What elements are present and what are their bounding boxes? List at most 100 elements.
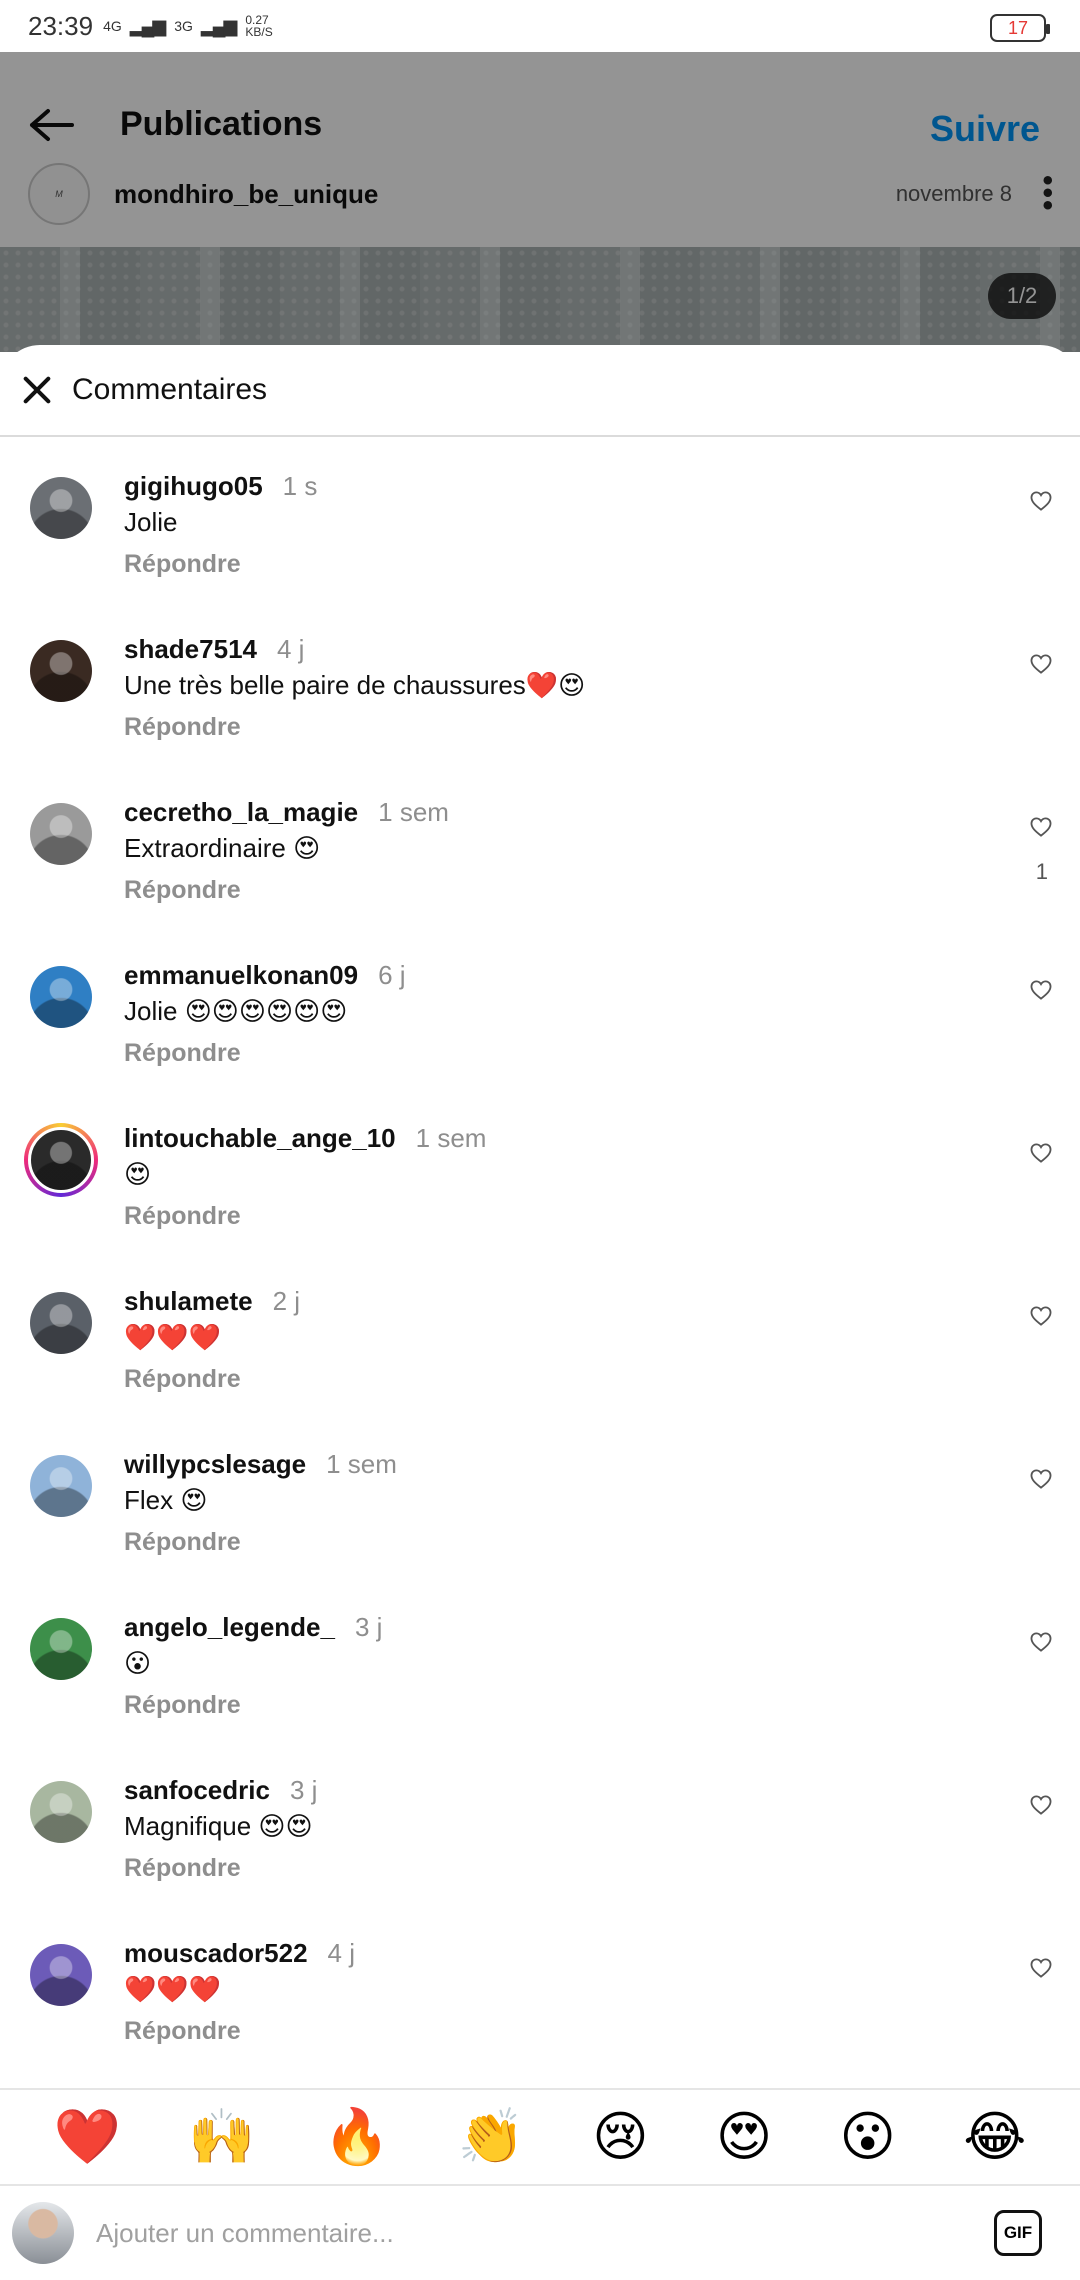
comments-sheet: Commentaires gigihugo05 1 s Jolie Répondre s… (0, 345, 1080, 2280)
emoji-surprised-face-icon[interactable]: 😮 (840, 2110, 896, 2164)
comment-text: ❤️❤️❤️ (124, 1322, 222, 1352)
comment-header: cecretho_la_magie 1 sem (124, 797, 449, 828)
like-heart-icon[interactable] (1030, 817, 1052, 837)
emoji-clapping-hands-icon[interactable]: 👏 (458, 2110, 525, 2164)
like-heart-icon[interactable] (1030, 980, 1052, 1000)
battery-icon: 17 (990, 14, 1050, 42)
comment-item: angelo_legende_ 3 j 😮 Répondre (0, 1598, 1080, 1761)
like-heart-icon[interactable] (1030, 1795, 1052, 1815)
like-count: 1 (1035, 859, 1048, 884)
like-heart-icon[interactable] (1030, 654, 1052, 674)
reply-button[interactable]: Répondre (124, 550, 241, 579)
emoji-raising-hands-icon[interactable]: 🙌 (188, 2110, 255, 2164)
comment-header: lintouchable_ange_10 1 sem (124, 1123, 486, 1154)
comment-username[interactable]: willypcslesage (124, 1449, 306, 1480)
comment-time: 1 sem (378, 797, 449, 827)
comment-text: Une très belle paire de chaussures❤️😍 (124, 670, 586, 700)
signal-icon-secondary: ▂▄▆ (200, 15, 237, 36)
dim-overlay[interactable] (0, 52, 1080, 352)
emoji-crying-face-icon[interactable]: 😢 (592, 2110, 648, 2164)
comment-text: Jolie (124, 507, 178, 537)
comment-time: 4 j (276, 634, 305, 664)
emoji-fire-icon[interactable]: 🔥 (323, 2110, 390, 2164)
emoji-heart-eyes-icon[interactable]: 😍 (716, 2110, 772, 2164)
comment-input-bar: GIF (0, 2186, 1080, 2280)
like-heart-icon[interactable] (1030, 1469, 1052, 1489)
reply-button[interactable]: Répondre (124, 1854, 241, 1883)
comment-input[interactable] (96, 2217, 994, 2249)
reply-button[interactable]: Répondre (124, 713, 241, 742)
reply-button[interactable]: Répondre (124, 1039, 241, 1068)
comment-text: Extraordinaire 😍 (124, 833, 321, 863)
status-bar: 23:39 4G ▂▄▆ 3G ▂▄▆ 0.27 KB/S 17 (0, 0, 1080, 52)
reply-button[interactable]: Répondre (124, 1528, 241, 1557)
like-heart-icon[interactable] (1030, 1958, 1052, 1978)
comment-text: 😮 (124, 1648, 152, 1678)
reply-button[interactable]: Répondre (124, 1202, 241, 1231)
comment-username[interactable]: shade7514 (124, 634, 257, 665)
signal-icon: ▂▄▆ (129, 15, 166, 36)
comment-text: Jolie 😍😍😍😍😍😍 (124, 996, 348, 1026)
like-heart-icon[interactable] (1030, 1632, 1052, 1652)
comment-header: angelo_legende_ 3 j (124, 1612, 382, 1643)
like-heart-icon[interactable] (1030, 1143, 1052, 1163)
reply-button[interactable]: Répondre (124, 1691, 241, 1720)
comment-item: mouscador522 4 j ❤️❤️❤️ Répondre (0, 1924, 1080, 2087)
network-type: 4G (103, 18, 122, 34)
commenter-avatar[interactable] (30, 966, 92, 1028)
current-user-avatar (12, 2202, 74, 2264)
battery-level: 17 (1007, 17, 1029, 38)
comment-item: cecretho_la_magie 1 sem Extraordinaire 😍 Ré… (0, 783, 1080, 946)
commenter-avatar[interactable] (30, 640, 92, 702)
comment-username[interactable]: sanfocedric (124, 1775, 270, 1806)
comment-time: 1 sem (326, 1449, 397, 1479)
status-time: 23:39 (28, 10, 94, 41)
emoji-heart-icon[interactable]: ❤️ (54, 2110, 121, 2164)
comment-header: shulamete 2 j (124, 1286, 300, 1317)
comment-item: shade7514 4 j Une très belle paire de chau… (0, 620, 1080, 783)
comment-text: Flex 😍 (124, 1485, 208, 1515)
network-type-secondary: 3G (174, 18, 193, 34)
comment-time: 6 j (378, 960, 406, 990)
comment-username[interactable]: emmanuelkonan09 (124, 960, 358, 991)
comment-header: sanfocedric 3 j (124, 1775, 317, 1806)
comment-username[interactable]: shulamete (124, 1286, 253, 1317)
comment-item: emmanuelkonan09 6 j Jolie 😍😍😍😍😍😍 Répondre (0, 946, 1080, 1109)
comments-header: Commentaires (0, 345, 1080, 437)
close-icon[interactable] (22, 375, 52, 405)
comments-title: Commentaires (72, 373, 268, 406)
commenter-avatar[interactable] (30, 1292, 92, 1354)
commenter-avatar[interactable] (30, 477, 92, 539)
comment-text: ❤️❤️❤️ (124, 1974, 222, 2004)
comment-text: Magnifique 😍😍 (124, 1811, 313, 1841)
comment-item: shulamete 2 j ❤️❤️❤️ Répondre (0, 1272, 1080, 1435)
comment-username[interactable]: mouscador522 (124, 1938, 308, 1969)
avatar-image (28, 1127, 94, 1193)
comment-username[interactable]: angelo_legende_ (124, 1612, 335, 1643)
commenter-avatar[interactable] (30, 1944, 92, 2006)
commenter-avatar[interactable] (30, 803, 92, 865)
comment-username[interactable]: gigihugo05 (124, 471, 263, 502)
gif-button[interactable]: GIF (994, 2210, 1042, 2256)
network-speed: 0.27 KB/S (245, 13, 273, 39)
comment-header: shade7514 4 j (124, 634, 304, 665)
reply-button[interactable]: Répondre (124, 876, 241, 905)
comment-header: mouscador522 4 j (124, 1938, 355, 1969)
commenter-avatar[interactable] (30, 1455, 92, 1517)
comment-header: emmanuelkonan09 6 j (124, 960, 406, 991)
commenter-avatar[interactable] (30, 1618, 92, 1680)
comment-username[interactable]: lintouchable_ange_10 (124, 1123, 396, 1154)
like-heart-icon[interactable] (1030, 1306, 1052, 1326)
like-heart-icon[interactable] (1030, 491, 1052, 511)
commenter-avatar[interactable] (30, 1781, 92, 1843)
comment-item: willypcslesage 1 sem Flex 😍 Répondre (0, 1435, 1080, 1598)
comment-username[interactable]: cecretho_la_magie (124, 797, 358, 828)
comment-item: gigihugo05 1 s Jolie Répondre (0, 457, 1080, 620)
emoji-laughing-face-icon[interactable]: 😂 (963, 2110, 1026, 2164)
comments-list: gigihugo05 1 s Jolie Répondre shade7514 4 j Un… (0, 457, 1080, 2087)
reply-button[interactable]: Répondre (124, 1365, 241, 1394)
reply-button[interactable]: Répondre (124, 2017, 241, 2046)
comment-time: 4 j (327, 1938, 355, 1968)
comment-time: 2 j (272, 1286, 301, 1316)
commenter-avatar[interactable] (24, 1123, 98, 1197)
